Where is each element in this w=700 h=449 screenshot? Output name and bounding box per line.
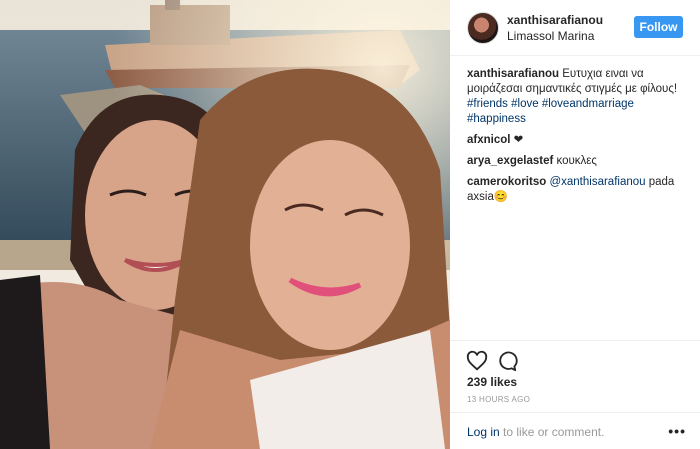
comment-text: ❤: [513, 134, 524, 146]
post-actions: 239 likes 13 HOURS AGO: [450, 340, 700, 406]
username-link[interactable]: xanthisarafianou: [507, 13, 603, 27]
post-sidebar: xanthisarafianou Limassol Marina Follow …: [450, 0, 700, 449]
follow-button[interactable]: Follow: [634, 16, 683, 38]
comment-text: κουκλες: [556, 155, 597, 167]
heart-icon[interactable]: [466, 350, 488, 372]
post-footer: Log in to like or comment. •••: [450, 412, 700, 449]
hashtag-link[interactable]: #happiness: [467, 113, 526, 125]
hashtag-link[interactable]: #loveandmarriage: [542, 98, 634, 110]
caption: xanthisarafianou Ευτυχια ειναι να μοιράζ…: [467, 67, 689, 127]
hashtag-link[interactable]: #love: [511, 98, 539, 110]
hashtag-link[interactable]: #friends: [467, 98, 508, 110]
post-timestamp: 13 HOURS AGO: [467, 395, 531, 404]
post-header: xanthisarafianou Limassol Marina Follow: [450, 0, 700, 56]
login-prompt-text: to like or comment.: [499, 425, 605, 439]
location-link[interactable]: Limassol Marina: [507, 29, 594, 43]
avatar[interactable]: [467, 12, 499, 44]
comment-username[interactable]: arya_exgelastef: [467, 155, 553, 167]
login-prompt: Log in to like or comment.: [467, 425, 604, 439]
comment-icon[interactable]: [496, 350, 518, 372]
comments-list: xanthisarafianou Ευτυχια ειναι να μοιράζ…: [467, 67, 689, 211]
comment-username[interactable]: camerokoritso: [467, 176, 546, 188]
mention-link[interactable]: @xanthisarafianou: [549, 176, 645, 188]
comment-username[interactable]: xanthisarafianou: [467, 68, 559, 80]
comment: camerokoritso @xanthisarafianou pada axs…: [467, 175, 689, 205]
comment: afxnicol ❤: [467, 133, 689, 148]
post-photo[interactable]: [0, 0, 450, 449]
login-link[interactable]: Log in: [467, 425, 500, 439]
selfie-image: [0, 0, 450, 449]
comment-username[interactable]: afxnicol: [467, 134, 510, 146]
likes-count[interactable]: 239 likes: [467, 375, 517, 389]
comment: arya_exgelastef κουκλες: [467, 154, 689, 169]
more-options-icon[interactable]: •••: [668, 423, 686, 439]
